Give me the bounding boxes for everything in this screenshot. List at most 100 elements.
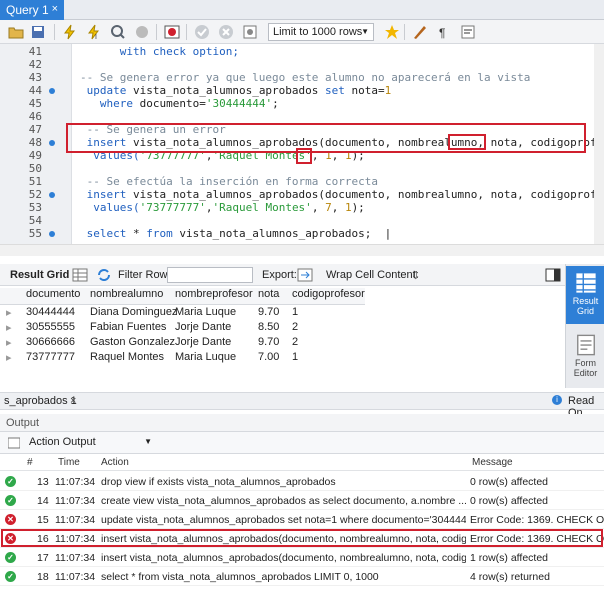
table-cell[interactable]: 1 xyxy=(292,306,298,318)
wrap-cell-icon[interactable]: ⇩ xyxy=(408,267,424,283)
code-token: documento= xyxy=(139,97,206,110)
column-header[interactable]: documento xyxy=(26,288,80,300)
close-tab-icon[interactable]: × xyxy=(52,3,58,15)
table-cell[interactable]: 7.00 xyxy=(258,351,279,363)
invisible-chars-icon[interactable]: ¶ xyxy=(436,24,452,40)
refresh-icon[interactable] xyxy=(96,267,112,283)
table-cell[interactable]: Diana Dominguez xyxy=(90,306,177,318)
code-token: nota= xyxy=(351,84,385,97)
code-line[interactable]: 51 -- Se efectúa la inserción en forma c… xyxy=(0,175,604,188)
find-replace-icon[interactable] xyxy=(412,24,428,40)
code-line[interactable]: 42 xyxy=(0,58,604,71)
output-list-icon xyxy=(8,437,20,449)
log-row[interactable]: ✓ 14 11:07:34 create view vista_nota_alumno… xyxy=(0,491,604,510)
code-line[interactable]: 52 insert vista_nota_alumnos_aprobados(d… xyxy=(0,188,604,201)
table-cell[interactable]: 8.50 xyxy=(258,321,279,333)
execute-icon[interactable] xyxy=(62,24,78,40)
code-token: , xyxy=(311,201,326,214)
code-line[interactable]: 55 select * from vista_nota_alumnos_apro… xyxy=(0,227,604,240)
line-number: 47 xyxy=(28,123,42,136)
result-tab-label[interactable]: s_aprobados 1 xyxy=(4,395,77,407)
action-output-select[interactable]: Action Output ▼ xyxy=(26,435,156,451)
log-row[interactable]: ✓ 17 11:07:34 insert vista_nota_alumnos_apr… xyxy=(0,548,604,567)
statement-marker-icon xyxy=(49,88,55,94)
explain-icon[interactable] xyxy=(110,24,126,40)
column-header[interactable]: nombreprofesor xyxy=(175,288,253,300)
result-grid-view-button[interactable]: Result Grid xyxy=(566,266,604,324)
table-cell[interactable]: 30444444 xyxy=(26,306,75,318)
table-cell[interactable]: 9.70 xyxy=(258,306,279,318)
log-time: 11:07:34 xyxy=(55,514,96,526)
log-action: create view vista_nota_alumnos_aprobados… xyxy=(101,495,466,507)
log-row[interactable]: ✓ 13 11:07:34 drop view if exists vista_not… xyxy=(0,472,604,491)
table-cell[interactable]: Raquel Montes xyxy=(90,351,164,363)
save-icon[interactable] xyxy=(30,24,46,40)
toggle-panel-icon[interactable] xyxy=(545,267,561,283)
result-grid[interactable]: documento nombrealumno nombreprofesor no… xyxy=(0,286,565,386)
table-row[interactable]: ▸ 30666666 Gaston Gonzalez Jorje Dante 9.70 2 xyxy=(0,336,365,351)
table-row[interactable]: ▸ 30555555 Fabian Fuentes Jorje Dante 8.50 2 xyxy=(0,321,365,336)
table-cell[interactable]: Jorje Dante xyxy=(175,336,231,348)
code-text: select * from vista_nota_alumnos_aprobad… xyxy=(80,227,392,240)
wrap-lines-icon[interactable] xyxy=(460,24,476,40)
table-cell[interactable]: 9.70 xyxy=(258,336,279,348)
table-cell[interactable]: 1 xyxy=(292,351,298,363)
form-editor-view-button[interactable]: Form Editor xyxy=(566,328,604,384)
code-line[interactable]: 45 where documento='30444444'; xyxy=(0,97,604,110)
autocommit-icon[interactable] xyxy=(242,24,258,40)
line-number: 48 xyxy=(28,136,42,149)
stop-icon[interactable] xyxy=(134,24,150,40)
code-line[interactable]: 43 -- Se genera error ya que luego este a… xyxy=(0,71,604,84)
column-header[interactable]: nota xyxy=(258,288,279,300)
code-token: 1 xyxy=(344,201,352,214)
table-row[interactable]: ▸ 73777777 Raquel Montes Maria Luque 7.00 1 xyxy=(0,351,365,366)
editor-toolbar: I Limit to 1000 rows ▼ ¶ xyxy=(0,20,604,44)
code-line[interactable]: 41 with check option; xyxy=(0,45,604,58)
open-folder-icon[interactable] xyxy=(8,24,24,40)
query-tab-label: Query 1 xyxy=(6,3,49,17)
code-line[interactable]: 46 xyxy=(0,110,604,123)
export-icon[interactable] xyxy=(297,267,313,283)
toggle-error-icon[interactable] xyxy=(164,24,180,40)
editor-vertical-scrollbar[interactable] xyxy=(594,44,604,244)
table-cell[interactable]: Jorje Dante xyxy=(175,321,231,333)
limit-rows-select[interactable]: Limit to 1000 rows ▼ xyxy=(268,23,374,41)
table-cell[interactable]: 2 xyxy=(292,336,298,348)
output-toolbar: Action Output ▼ xyxy=(0,432,604,454)
sql-editor[interactable]: 41 with check option; 42 43 -- Se genera er… xyxy=(0,44,604,256)
success-icon: ✓ xyxy=(5,552,16,563)
code-token: -- Se efectúa la inserción en forma corr… xyxy=(80,175,379,188)
log-row[interactable]: ✓ 18 11:07:34 select * from vista_nota_alum… xyxy=(0,567,604,586)
query-tab[interactable]: Query 1 × xyxy=(0,0,64,20)
code-line[interactable]: 44 update vista_nota_alumnos_aprobados s… xyxy=(0,84,604,97)
column-header[interactable]: codigoprofesor xyxy=(292,288,365,300)
commit-icon[interactable] xyxy=(194,24,210,40)
table-cell[interactable]: 30666666 xyxy=(26,336,75,348)
table-cell[interactable]: Fabian Fuentes xyxy=(90,321,166,333)
filter-rows-input[interactable] xyxy=(167,267,253,283)
code-token: where xyxy=(80,97,140,110)
code-token: vista_nota_alumnos_aprobados; | xyxy=(179,227,392,240)
column-header[interactable]: nombrealumno xyxy=(90,288,163,300)
close-result-tab-icon[interactable]: × xyxy=(70,395,76,407)
editor-horizontal-scrollbar[interactable] xyxy=(0,244,604,256)
log-row[interactable]: ✕ 15 11:07:34 update vista_nota_alumnos_apr… xyxy=(0,510,604,529)
table-cell[interactable]: Maria Luque xyxy=(175,306,236,318)
table-cell[interactable]: 73777777 xyxy=(26,351,75,363)
code-token: from xyxy=(146,227,180,240)
code-text: where documento='30444444'; xyxy=(80,97,279,110)
code-text: values('73777777','Raquel Montes', 7, 1)… xyxy=(80,201,365,214)
table-cell[interactable]: 30555555 xyxy=(26,321,75,333)
table-row[interactable]: ▸ 30444444 Diana Dominguez Maria Luque 9.70 1 xyxy=(0,306,365,321)
form-editor-view-label: Form Editor xyxy=(573,358,598,378)
code-line[interactable]: 53 values('73777777','Raquel Montes', 7,… xyxy=(0,201,604,214)
table-cell[interactable]: 2 xyxy=(292,321,298,333)
beautify-icon[interactable] xyxy=(384,24,400,40)
rollback-icon[interactable] xyxy=(218,24,234,40)
execute-current-icon[interactable]: I xyxy=(86,24,102,40)
code-line[interactable]: 54 xyxy=(0,214,604,227)
toolbar-separator xyxy=(54,24,55,40)
table-cell[interactable]: Maria Luque xyxy=(175,351,236,363)
result-grid-label[interactable]: Result Grid xyxy=(10,269,69,281)
table-cell[interactable]: Gaston Gonzalez xyxy=(90,336,175,348)
